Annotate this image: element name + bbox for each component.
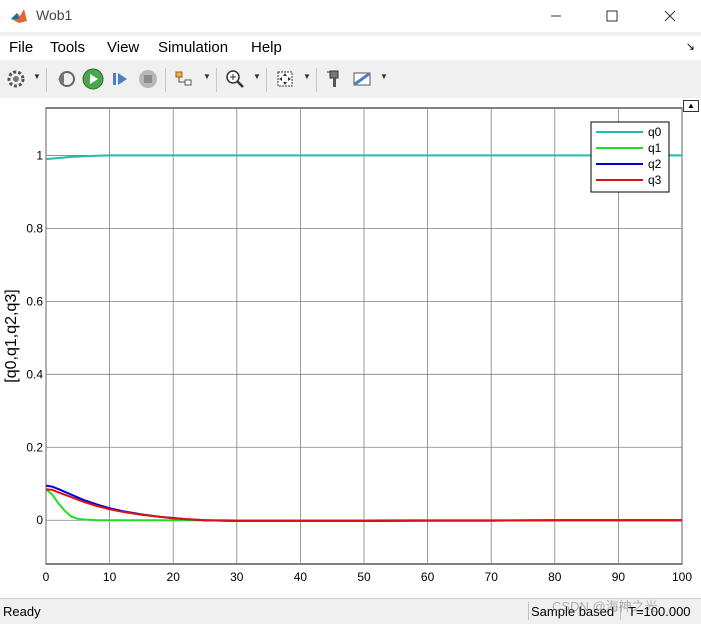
maximize-icon [606,10,618,22]
fit-view-dropdown-icon[interactable]: ▼ [303,72,311,81]
toolbar-separator [266,68,267,92]
x-tick-label: 90 [612,570,626,584]
x-tick-label: 70 [485,570,499,584]
minimize-icon [551,15,561,17]
toolbar-separator [165,68,166,92]
minimize-button[interactable] [533,0,579,32]
y-tick-label: 0.4 [26,367,43,381]
x-tick-label: 10 [103,570,117,584]
window-title: Wob1 [36,7,73,23]
y-tick-label: 0.8 [26,221,43,235]
menu-file[interactable]: File [9,39,33,56]
y-axis-label: [q0,q1,q2,q3] [3,289,20,382]
legend-label-q3: q3 [648,173,662,187]
close-button[interactable] [647,0,693,32]
settings-dropdown-icon[interactable]: ▼ [33,72,41,81]
settings-icon [7,70,25,88]
x-tick-label: 40 [294,570,308,584]
status-ready: Ready [3,604,41,619]
status-divider [528,602,529,620]
x-tick-label: 100 [672,570,692,584]
y-tick-label: 0.2 [26,440,43,454]
y-tick-label: 0.6 [26,294,43,308]
run-icon [82,68,104,90]
toolbar: ▼ ▼ ▼ ▼ ▼ [0,62,701,98]
stop-icon [139,70,157,88]
zoom-dropdown-icon[interactable]: ▼ [253,72,261,81]
title-bar: Wob1 [0,0,701,32]
fit-view-button[interactable] [273,67,297,91]
y-tick-label: 0 [36,513,43,527]
measure-button[interactable] [351,67,375,91]
signal-select-icon [175,71,192,86]
step-back-icon [58,71,75,87]
measure-icon [353,72,371,86]
matlab-logo-icon [10,7,28,25]
x-tick-label: 0 [43,570,50,584]
y-tick-label: 1 [36,148,43,162]
undock-arrow-icon[interactable]: ↘ [686,40,695,53]
scope-window: Wob1 File Tools View Simulation Help ↘ ▼ [0,0,701,624]
menu-bar: File Tools View Simulation Help ↘ [0,36,701,60]
step-forward-button[interactable] [108,67,132,91]
style-button[interactable] [322,67,346,91]
settings-button[interactable] [4,67,28,91]
legend-label-q2: q2 [648,157,662,171]
signal-select-button[interactable] [172,67,196,91]
zoom-button[interactable] [223,67,247,91]
fit-view-icon [277,71,293,87]
close-icon [664,10,676,22]
step-forward-icon [113,73,127,85]
measure-dropdown-icon[interactable]: ▼ [380,72,388,81]
legend-label-q0: q0 [648,125,662,139]
stop-button[interactable] [136,67,160,91]
x-tick-label: 50 [357,570,371,584]
x-tick-label: 30 [230,570,244,584]
maximize-button[interactable] [589,0,635,32]
menu-simulation[interactable]: Simulation [158,39,228,56]
menu-help[interactable]: Help [251,39,282,56]
signal-select-dropdown-icon[interactable]: ▼ [203,72,211,81]
scope-plot[interactable]: 0 10 20 30 40 50 60 70 80 90 100 0 0.2 0.4 0.6 0.8 1 [q0… [0,98,701,598]
watermark: CSDN @海神之光 [552,599,658,614]
toolbar-separator [316,68,317,92]
legend[interactable]: q0 q1 q2 q3 [590,121,670,193]
menu-tools[interactable]: Tools [50,39,85,56]
x-tick-label: 20 [167,570,181,584]
run-button[interactable] [81,67,105,91]
legend-label-q1: q1 [648,141,662,155]
zoom-icon [226,70,244,88]
menu-view[interactable]: View [107,39,139,56]
toolbar-separator [216,68,217,92]
toolbar-separator [46,68,47,92]
style-icon [327,70,339,87]
x-tick-label: 60 [421,570,435,584]
x-tick-label: 80 [548,570,562,584]
step-back-button[interactable] [54,67,78,91]
